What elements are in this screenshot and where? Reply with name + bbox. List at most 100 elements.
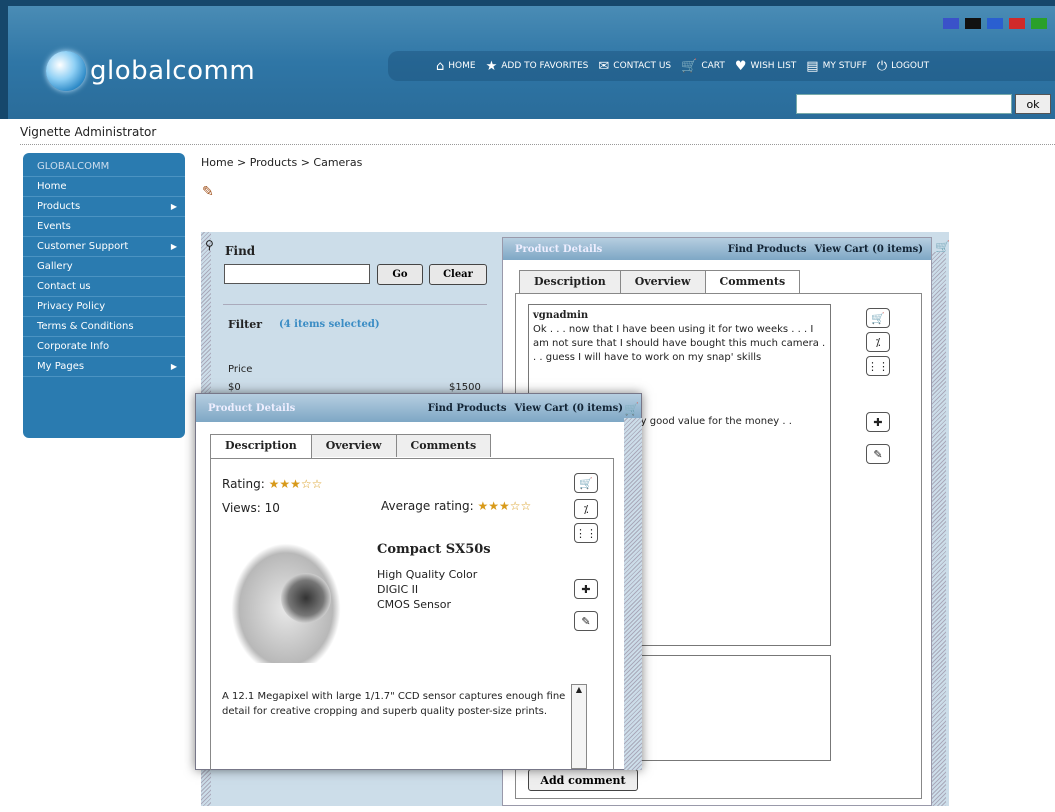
grid-icon[interactable]: ⋮⋮ [574,523,598,543]
breadcrumb: Home > Products > Cameras [201,156,363,169]
logo[interactable]: globalcomm [46,51,255,91]
nav-wish-list[interactable]: ♥ WISH LIST [735,59,796,74]
sidebar-item-events[interactable]: Events [23,217,185,237]
product-name: Compact SX50s [377,542,491,557]
grid-icon[interactable]: ⋮⋮ [866,356,890,376]
rating-stars[interactable]: ★★★☆☆ [269,477,323,491]
add-to-favorites-icon: ★ [485,58,498,74]
clear-button[interactable]: Clear [429,264,487,285]
cart-icon[interactable]: 🛒 [574,473,598,493]
nav-label: MY STUFF [822,61,867,71]
tab-overview[interactable]: Overview [619,270,706,293]
nav-label: CONTACT US [613,61,672,71]
wish-list-icon: ♥ [734,58,747,74]
sidebar-item-label: My Pages [37,361,85,372]
nav-home[interactable]: ⌂ HOME [436,59,476,74]
comment-author: vgnadmin [533,310,589,321]
sidebar-item-products[interactable]: Products ▶ [23,197,185,217]
flag-icon[interactable] [943,18,959,29]
camera-lens [281,573,331,623]
price-label: Price [228,364,253,375]
compare-icon[interactable]: ⁒ [574,499,598,519]
magnifier-icon: ⚲ [205,238,214,252]
compare-icon[interactable]: ⁒ [866,332,890,352]
nav-logout[interactable]: ⏻ LOGOUT [877,59,929,74]
scrollbar[interactable]: ▲ [571,684,587,769]
search-input[interactable] [796,94,1012,114]
chevron-right-icon: ▶ [170,242,177,251]
divider [223,304,487,305]
cart-icon[interactable]: 🛒 [866,308,890,328]
cart-icon: 🛒 [681,58,698,74]
edit-pencil-icon[interactable]: ✎ [202,184,214,200]
sidebar-item-label: Gallery [37,261,73,272]
sidebar-item-my-pages[interactable]: My Pages ▶ [23,357,185,377]
nav-add-to-favorites[interactable]: ★ ADD TO FAVORITES [486,59,589,74]
sidebar-item-corporate-info[interactable]: Corporate Info [23,337,185,357]
logo-text: globalcomm [90,56,256,86]
nav-my-stuff[interactable]: ▤ MY STUFF [806,59,867,74]
nav-label: CART [701,61,725,71]
flag-icon[interactable] [987,18,1003,29]
logout-icon: ⏻ [876,58,888,74]
chevron-right-icon: ▶ [170,202,177,211]
tab-description[interactable]: Description [519,270,621,293]
tab-overview[interactable]: Overview [310,434,397,457]
sidebar-item-gallery[interactable]: Gallery [23,257,185,277]
float-view-cart-link[interactable]: View Cart (0 items) [514,403,623,414]
floating-product-panel: Product Details Find Products View Cart … [195,393,642,770]
feature: DIGIC II [377,583,419,596]
search-ok-button[interactable]: ok [1015,94,1051,114]
header: globalcomm ⌂ HOME ★ ADD TO FAVORITES ✉ CONTAC… [0,0,1055,119]
sidebar-item-globalcomm[interactable]: GLOBALCOMM [23,157,185,177]
cart-icon[interactable]: 🛒 [624,402,639,416]
scroll-up-icon[interactable]: ▲ [572,685,586,694]
product-features: High Quality Color DIGIC II CMOS Sensor [377,567,477,612]
panel-title: Product Details [515,243,603,255]
add-icon[interactable]: ✚ [574,579,598,599]
tab-comments[interactable]: Comments [704,270,801,294]
price-min: $0 [228,382,241,393]
flag-icon[interactable] [1009,18,1025,29]
rating-row: Rating: ★★★☆☆ [222,477,322,491]
nav-cart[interactable]: 🛒 CART [681,59,725,74]
contact-us-icon: ✉ [598,58,610,74]
right-border [932,252,946,806]
rating-label: Rating: [222,477,265,491]
edit-icon[interactable]: ✎ [866,444,890,464]
tabs: Description Overview Comments [519,270,801,294]
edit-icon[interactable]: ✎ [574,611,598,631]
panel-header: Product Details Find Products View Cart … [503,238,931,260]
sidebar-item-privacy-policy[interactable]: Privacy Policy [23,297,185,317]
nav-contact-us[interactable]: ✉ CONTACT US [598,59,671,74]
tab-description[interactable]: Description [210,434,312,458]
sidebar-item-customer-support[interactable]: Customer Support ▶ [23,237,185,257]
float-find-products-link[interactable]: Find Products [428,403,507,414]
filter-count[interactable]: (4 items selected) [279,319,380,330]
sidebar-item-terms-conditions[interactable]: Terms & Conditions [23,317,185,337]
add-comment-button[interactable]: Add comment [528,769,638,791]
tab-comments[interactable]: Comments [395,434,492,457]
camera-image [231,543,341,663]
avg-rating-row: Average rating: ★★★☆☆ [381,499,531,513]
find-products-link[interactable]: Find Products [728,244,807,255]
find-title: Find [225,244,256,258]
sidebar-item-contact-us[interactable]: Contact us [23,277,185,297]
flag-icon[interactable] [965,18,981,29]
add-icon[interactable]: ✚ [866,412,890,432]
sidebar-item-label: Contact us [37,281,91,292]
sidebar-item-label: Terms & Conditions [37,321,134,332]
find-input[interactable] [224,264,370,284]
float-right-border [624,418,642,770]
flag-icon[interactable] [1031,18,1047,29]
float-panel-header: Product Details Find Products View Cart … [196,394,641,422]
go-button[interactable]: Go [377,264,423,285]
price-max: $1500 [449,382,481,393]
my-stuff-icon: ▤ [806,58,819,74]
nav-label: WISH LIST [750,61,797,71]
globe-icon [46,51,86,91]
sidebar-item-home[interactable]: Home [23,177,185,197]
view-cart-link[interactable]: View Cart (0 items) [814,244,923,255]
sidebar-item-label: Products [37,201,81,212]
filter-label: Filter [228,318,263,331]
